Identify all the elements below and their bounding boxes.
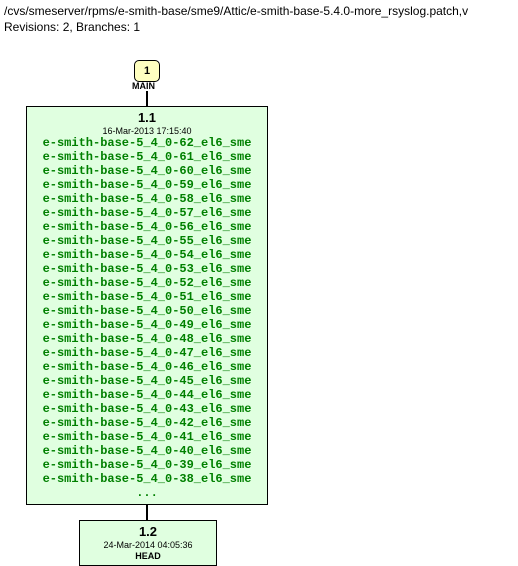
revision-stats: Revisions: 2, Branches: 1 — [4, 20, 514, 34]
revision-version: 1.1 — [27, 110, 267, 125]
tag-item: e-smith-base-5_4_0-57_el6_sme — [27, 206, 267, 220]
tag-item: e-smith-base-5_4_0-48_el6_sme — [27, 332, 267, 346]
revision-date: 16-Mar-2013 17:15:40 — [27, 126, 267, 136]
tag-item: e-smith-base-5_4_0-46_el6_sme — [27, 360, 267, 374]
head-label: HEAD — [80, 551, 216, 561]
connector-line — [146, 91, 148, 106]
tag-item: e-smith-base-5_4_0-41_el6_sme — [27, 430, 267, 444]
branch-node-label: 1 — [144, 65, 150, 77]
tag-item: e-smith-base-5_4_0-58_el6_sme — [27, 192, 267, 206]
tag-item: e-smith-base-5_4_0-49_el6_sme — [27, 318, 267, 332]
tag-item: e-smith-base-5_4_0-51_el6_sme — [27, 290, 267, 304]
tag-item: e-smith-base-5_4_0-56_el6_sme — [27, 220, 267, 234]
tag-item: e-smith-base-5_4_0-42_el6_sme — [27, 416, 267, 430]
tag-item: e-smith-base-5_4_0-50_el6_sme — [27, 304, 267, 318]
tag-item: e-smith-base-5_4_0-55_el6_sme — [27, 234, 267, 248]
repo-path: /cvs/smeserver/rpms/e-smith-base/sme9/At… — [4, 4, 514, 18]
tag-item: e-smith-base-5_4_0-60_el6_sme — [27, 164, 267, 178]
tag-item: e-smith-base-5_4_0-39_el6_sme — [27, 458, 267, 472]
tag-item: e-smith-base-5_4_0-38_el6_sme — [27, 472, 267, 486]
more-indicator: ... — [27, 486, 267, 500]
revision-graph: 1 MAIN 1.1 16-Mar-2013 17:15:40 e-smith-… — [4, 36, 514, 546]
tag-item: e-smith-base-5_4_0-53_el6_sme — [27, 262, 267, 276]
tag-item: e-smith-base-5_4_0-61_el6_sme — [27, 150, 267, 164]
tag-item: e-smith-base-5_4_0-44_el6_sme — [27, 388, 267, 402]
tag-item: e-smith-base-5_4_0-45_el6_sme — [27, 374, 267, 388]
branch-caption-main: MAIN — [132, 81, 155, 91]
revision-date: 24-Mar-2014 04:05:36 — [80, 540, 216, 550]
revision-version: 1.2 — [80, 524, 216, 539]
revision-box-1-1: 1.1 16-Mar-2013 17:15:40 e-smith-base-5_… — [26, 106, 268, 505]
tag-item: e-smith-base-5_4_0-40_el6_sme — [27, 444, 267, 458]
connector-line — [146, 505, 148, 520]
tag-item: e-smith-base-5_4_0-47_el6_sme — [27, 346, 267, 360]
tag-item: e-smith-base-5_4_0-43_el6_sme — [27, 402, 267, 416]
branch-node-main: 1 — [134, 60, 160, 82]
tag-item: e-smith-base-5_4_0-52_el6_sme — [27, 276, 267, 290]
revision-box-1-2: 1.2 24-Mar-2014 04:05:36 HEAD — [79, 520, 217, 566]
tag-item: e-smith-base-5_4_0-54_el6_sme — [27, 248, 267, 262]
tag-item: e-smith-base-5_4_0-62_el6_sme — [27, 136, 267, 150]
tag-item: e-smith-base-5_4_0-59_el6_sme — [27, 178, 267, 192]
